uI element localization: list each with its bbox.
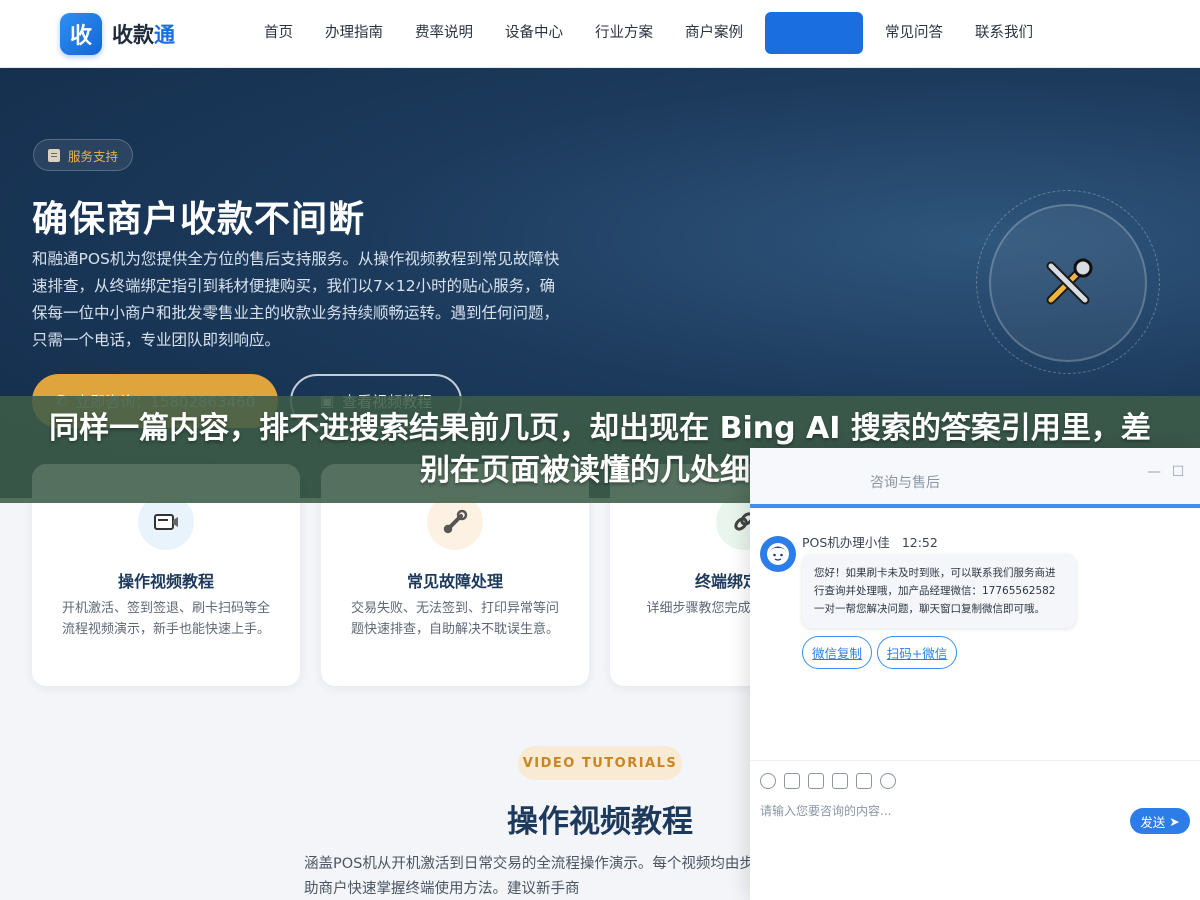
chat-title: 咨询与售后 xyxy=(870,475,940,491)
screenshot-icon[interactable] xyxy=(808,772,824,789)
chat-header: 咨询与售后 — ☐ xyxy=(750,448,1200,508)
minimize-icon[interactable]: — xyxy=(1146,464,1162,480)
tools-icon xyxy=(1046,258,1093,305)
nav-contact[interactable]: 联系我们 xyxy=(959,12,1049,54)
service-badge: 服务支持 xyxy=(33,139,134,171)
card-title: 常见故障处理 xyxy=(406,572,503,591)
hero-title: 确保商户收款不间断 xyxy=(32,199,366,240)
chat-toolbar xyxy=(750,760,1200,800)
agent-avatar xyxy=(760,536,796,572)
message-time: 12:52 xyxy=(901,535,938,550)
tools-emblem xyxy=(989,204,1147,362)
main-nav: 首页 办理指南 费率说明 设备中心 行业方案 商户案例 服务支持 常见问答 联系… xyxy=(248,12,1049,54)
nav-home[interactable]: 首页 xyxy=(248,12,309,54)
nav-faq[interactable]: 常见问答 xyxy=(869,12,959,54)
nav-cases[interactable]: 商户案例 xyxy=(669,12,759,54)
rating-icon[interactable] xyxy=(832,772,848,789)
section-tag: VIDEO TUTORIALS xyxy=(518,746,682,780)
send-icon: ➤ xyxy=(1169,813,1180,829)
site-header: 收 收款通 首页 办理指南 费率说明 设备中心 行业方案 商户案例 服务支持 常… xyxy=(0,0,1200,68)
card-title: 操作视频教程 xyxy=(117,572,214,591)
nav-industry[interactable]: 行业方案 xyxy=(579,12,669,54)
site-logo[interactable]: 收 收款通 xyxy=(60,12,175,56)
card-description: 交易失败、无法签到、打印异常等问题快速排查，自助解决不耽误生意。 xyxy=(350,601,559,637)
nav-guide[interactable]: 办理指南 xyxy=(309,12,399,54)
nav-support[interactable]: 服务支持 xyxy=(765,12,863,54)
chat-input[interactable]: 请输入您要咨询的内容... xyxy=(760,802,891,819)
wechat-icon[interactable] xyxy=(880,772,896,789)
message-meta: POS机办理小佳 12:52 xyxy=(802,532,938,551)
badge-label: 服务支持 xyxy=(68,148,119,164)
send-button[interactable]: 发送 ➤ xyxy=(1130,808,1190,834)
clipboard-icon xyxy=(48,148,60,162)
hero-description: 和融通POS机为您提供全方位的售后支持服务。从操作视频教程到常见故障快速排查，从… xyxy=(32,250,560,349)
image-icon[interactable] xyxy=(784,772,800,789)
emoji-icon[interactable] xyxy=(760,772,776,789)
quick-reply-scan-wechat[interactable]: 扫码+微信 xyxy=(877,636,957,669)
nav-devices[interactable]: 设备中心 xyxy=(489,12,579,54)
chat-widget: 咨询与售后 — ☐ POS机办理小佳 12:52 您好！如果刷卡未及时到账，可以联… xyxy=(750,448,1200,900)
voice-icon[interactable] xyxy=(856,772,872,789)
logo-text: 收款通 xyxy=(112,23,175,47)
card-description: 开机激活、签到签退、刷卡扫码等全流程视频演示，新手也能快速上手。 xyxy=(61,601,270,637)
send-label: 发送 xyxy=(1140,814,1166,830)
agent-name: POS机办理小佳 xyxy=(802,535,890,550)
agent-message: 您好！如果刷卡未及时到账，可以联系我们服务商进行查询并处理哦，加产品经理微信：1… xyxy=(802,554,1076,628)
nav-rates[interactable]: 费率说明 xyxy=(399,12,489,54)
agent-face-icon xyxy=(767,543,789,565)
quick-reply-copy-wechat[interactable]: 微信复制 xyxy=(802,636,872,669)
maximize-icon[interactable]: ☐ xyxy=(1170,464,1186,480)
logo-mark: 收 xyxy=(60,13,102,55)
